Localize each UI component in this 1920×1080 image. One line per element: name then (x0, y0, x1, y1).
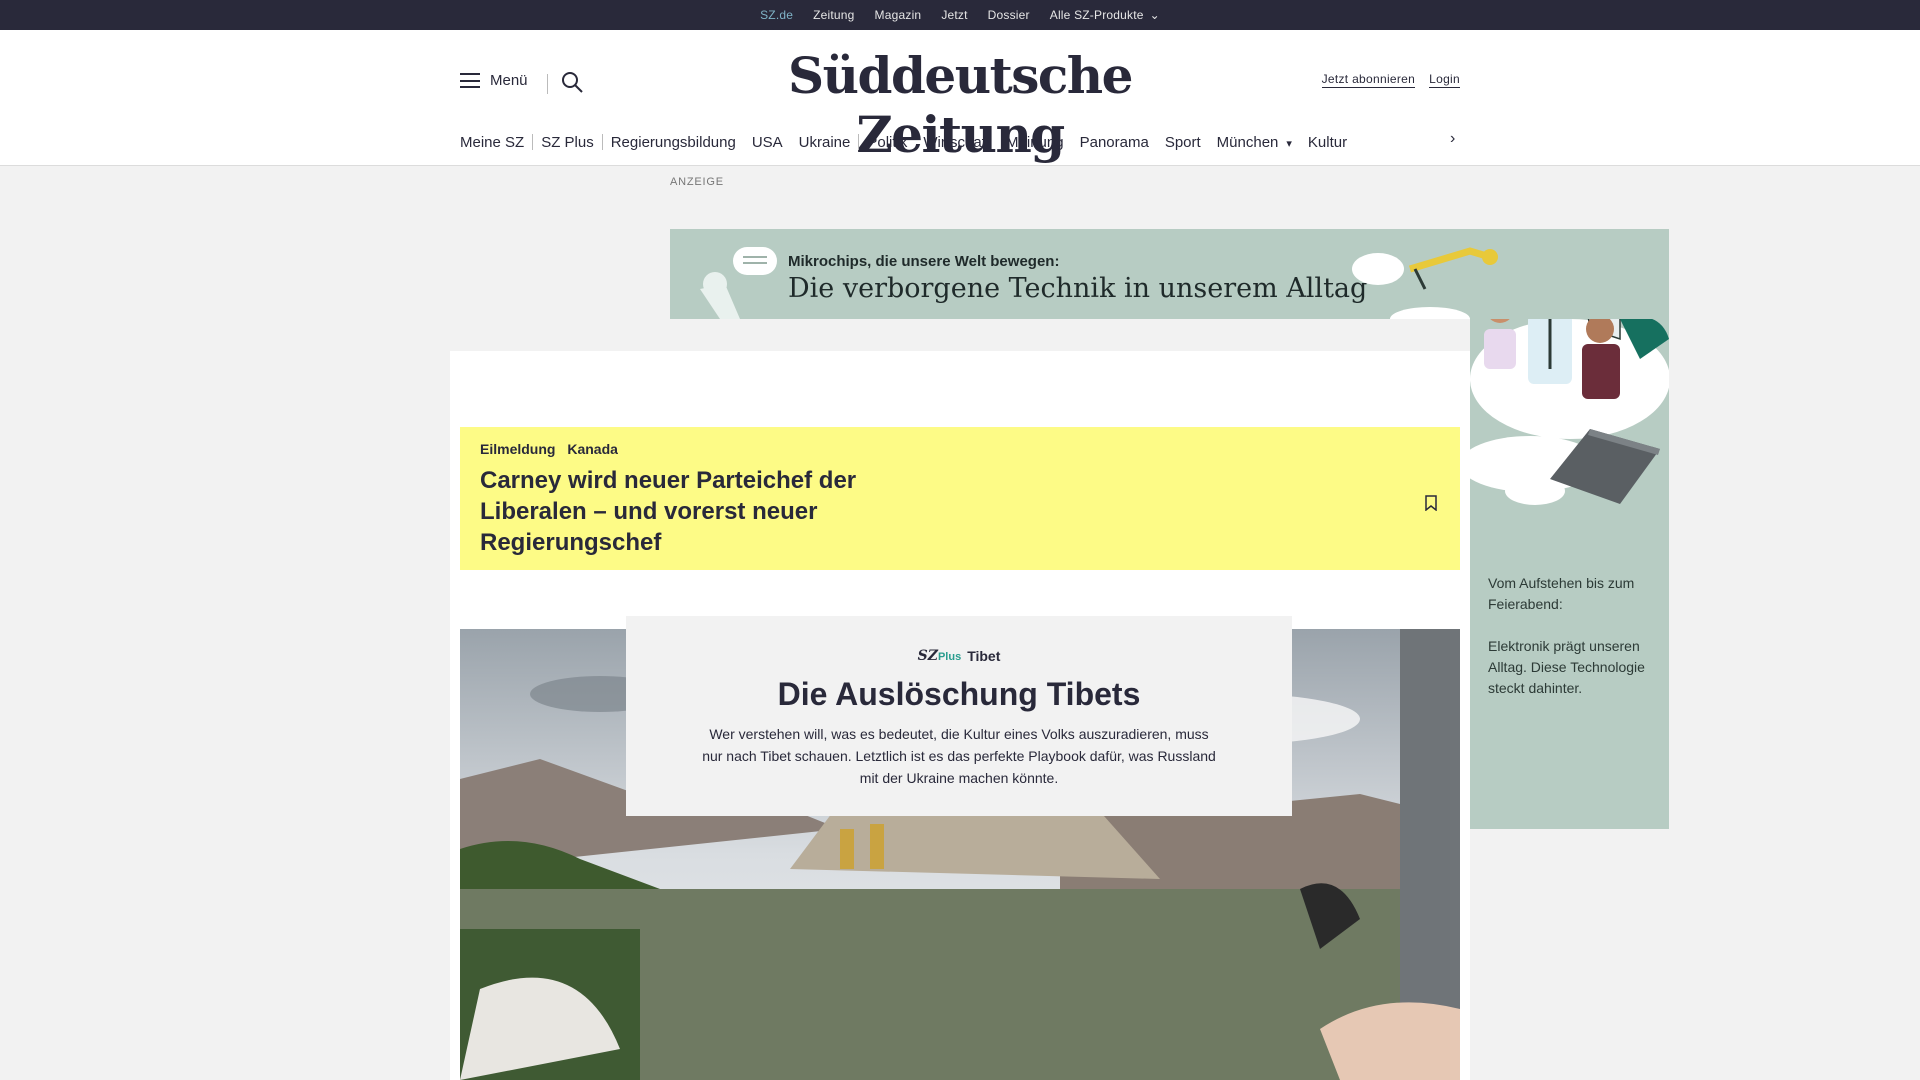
nav-item-muenchen-label: München (1216, 133, 1279, 151)
teaser-topic: Tibet (967, 648, 1001, 664)
topbar-link-dossier[interactable]: Dossier (988, 8, 1030, 22)
teaser-summary: Wer verstehen will, was es bedeutet, die… (702, 726, 1216, 786)
nav-item-kultur[interactable]: Kultur (1300, 134, 1355, 151)
ad-side-copy: Vom Aufstehen bis zum Feierabend: Elektr… (1488, 573, 1658, 699)
nav-item-sz-plus[interactable]: SZ Plus (533, 134, 602, 151)
ad-banner[interactable]: Mikrochips, die unsere Welt bewegen: Die… (670, 229, 1669, 319)
bookmark-icon[interactable] (1424, 495, 1438, 511)
sz-plus-badge: SZPlus (918, 648, 962, 664)
sz-plus-label: Plus (937, 651, 962, 663)
nav-item-sport[interactable]: Sport (1157, 134, 1209, 151)
hamburger-icon (460, 73, 480, 88)
lead-article-teaser[interactable]: SZPlus Tibet Die Auslöschung Tibets Wer … (626, 616, 1292, 816)
search-icon (562, 72, 583, 93)
nav-item-ukraine[interactable]: Ukraine (791, 134, 859, 151)
topbar-link-jetzt[interactable]: Jetzt (941, 8, 967, 22)
nav-item-wirtschaft[interactable]: Wirtschaft (915, 134, 998, 151)
chevron-down-icon: ⌄ (1149, 8, 1160, 22)
menu-label: Menü (490, 72, 528, 89)
main-column: Eilmeldung Kanada Carney wird neuer Part… (450, 351, 1470, 1080)
login-link[interactable]: Login (1429, 72, 1460, 88)
chevron-right-icon[interactable]: › (1450, 130, 1455, 148)
breaking-label: Eilmeldung (480, 441, 556, 457)
breaking-kicker: Eilmeldung Kanada (480, 441, 618, 457)
nav-item-meine-sz[interactable]: Meine SZ (460, 134, 532, 151)
nav-item-meinung[interactable]: Meinung (998, 134, 1072, 151)
breaking-topic: Kanada (567, 441, 618, 457)
ad-banner-headline: Die verborgene Technik in unserem Alltag (788, 273, 1368, 304)
top-product-bar: SZ.de Zeitung Magazin Jetzt Dossier Alle… (0, 0, 1920, 33)
header-divider (547, 74, 548, 94)
nav-item-politik[interactable]: Politik (859, 134, 915, 151)
nav-item-regierungsbildung[interactable]: Regierungsbildung (603, 134, 744, 151)
search-button[interactable] (560, 70, 584, 94)
ad-skyscraper[interactable]: Vom Aufstehen bis zum Feierabend: Elektr… (1470, 229, 1669, 829)
ad-label: ANZEIGE (670, 176, 724, 188)
main-navigation: Meine SZ SZ Plus Regierungsbildung USA U… (460, 130, 1455, 154)
teaser-kicker: SZPlus Tibet (626, 648, 1292, 664)
ad-banner-kicker: Mikrochips, die unsere Welt bewegen: (788, 253, 1060, 270)
nav-item-usa[interactable]: USA (744, 134, 791, 151)
nav-item-muenchen[interactable]: München ▾ (1209, 134, 1300, 151)
topbar-all-products-label: Alle SZ-Produkte (1049, 8, 1144, 22)
sz-plus-sz: SZ (917, 648, 938, 664)
ad-side-text-2: Elektronik prägt unseren Alltag. Diese T… (1488, 638, 1645, 696)
topbar-link-sz-de[interactable]: SZ.de (760, 8, 793, 33)
teaser-headline: Die Auslöschung Tibets (777, 676, 1141, 712)
nav-item-panorama[interactable]: Panorama (1072, 134, 1157, 151)
breaking-news-teaser[interactable]: Eilmeldung Kanada Carney wird neuer Part… (460, 427, 1460, 570)
topbar-link-magazin[interactable]: Magazin (875, 8, 922, 22)
topbar-all-products-dropdown[interactable]: Alle SZ-Produkte ⌄ (1050, 8, 1160, 22)
breaking-headline: Carney wird neuer Parteichef der Liberal… (480, 467, 857, 556)
account-links: Jetzt abonnieren Login (1321, 72, 1460, 88)
ad-side-text-1: Vom Aufstehen bis zum Feierabend: (1488, 575, 1635, 612)
topbar-link-zeitung[interactable]: Zeitung (813, 8, 854, 22)
chevron-down-icon: ▾ (1286, 137, 1292, 150)
subscribe-link[interactable]: Jetzt abonnieren (1321, 72, 1416, 88)
menu-button[interactable]: Menü (460, 72, 528, 89)
site-header: Menü Süddeutsche Zeitung Jetzt abonniere… (0, 30, 1920, 166)
